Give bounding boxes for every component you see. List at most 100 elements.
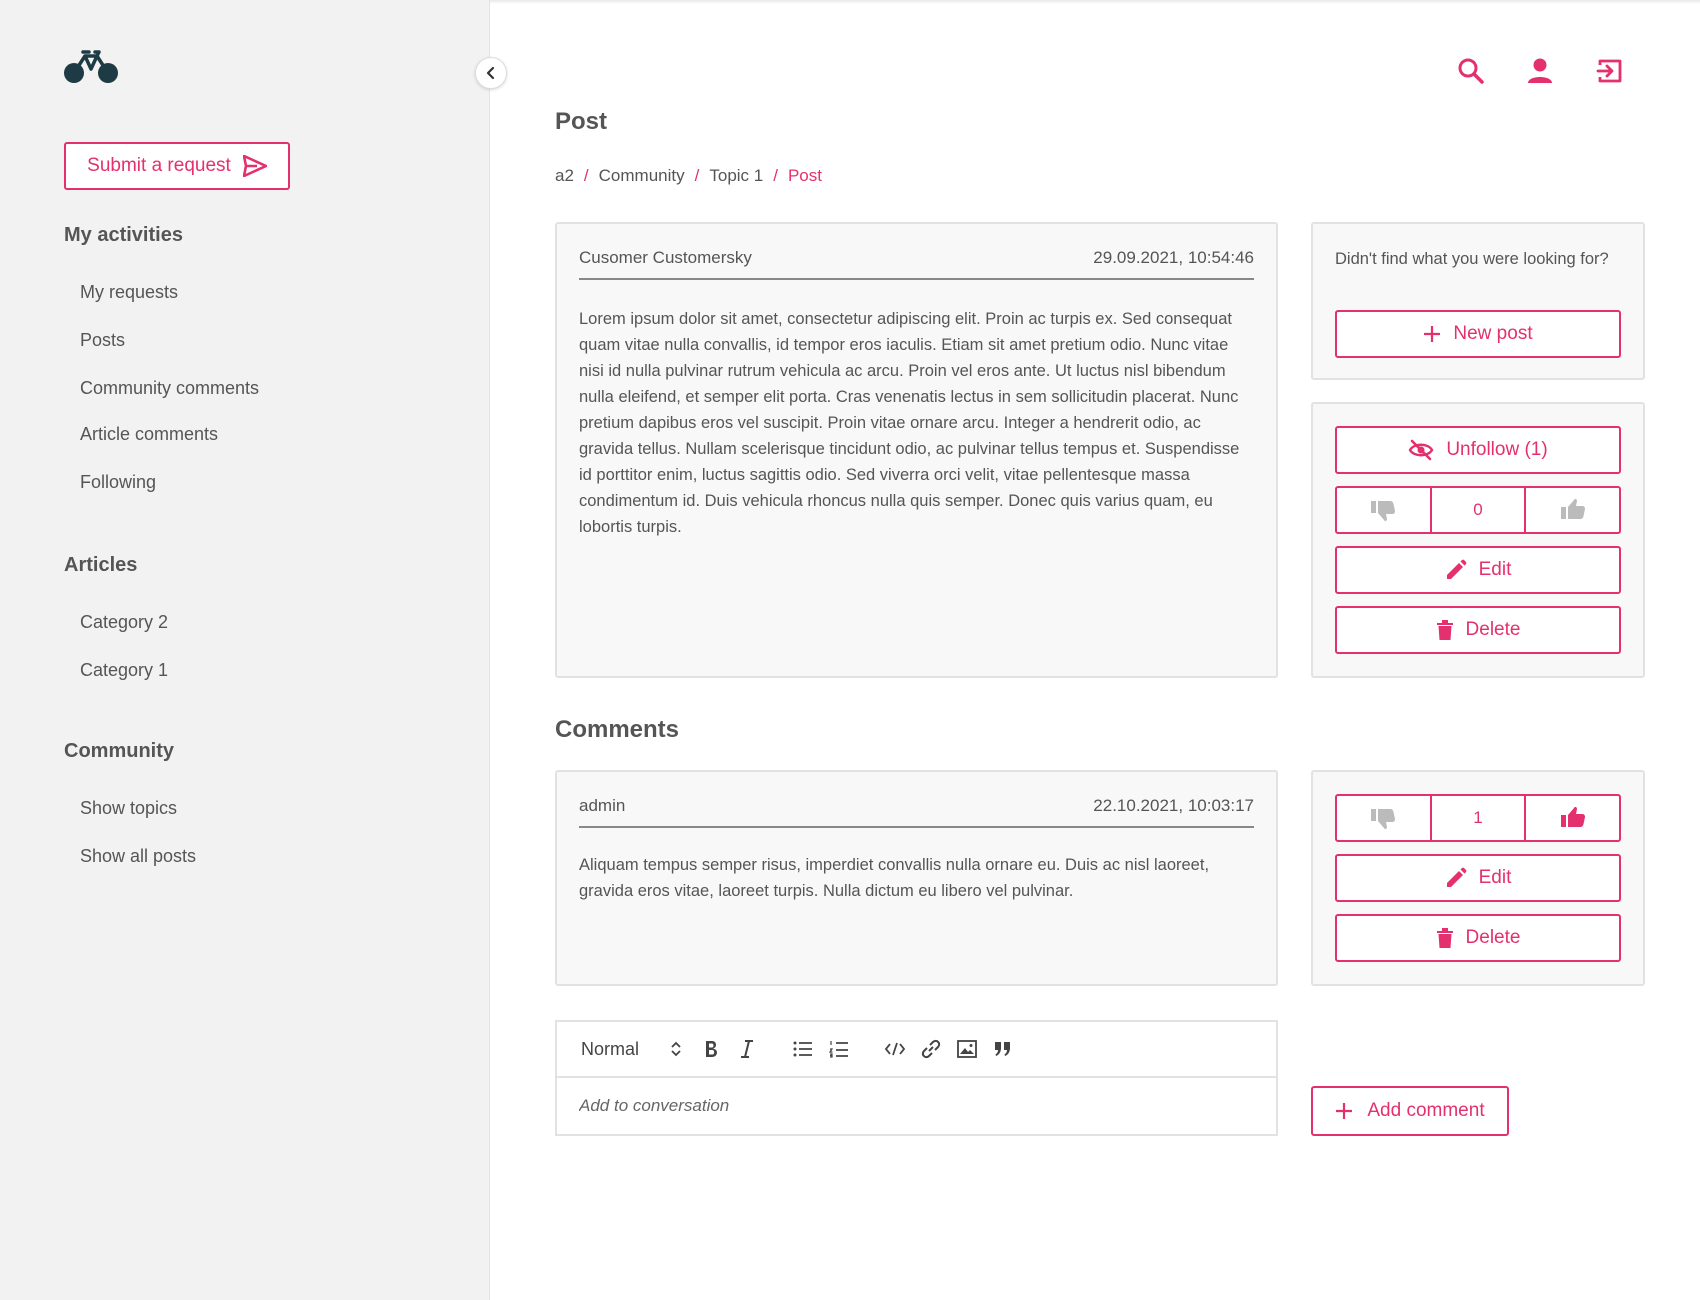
unfollow-button[interactable]: Unfollow (1) xyxy=(1335,426,1621,474)
logout-icon[interactable] xyxy=(1595,56,1625,86)
post-edit-button[interactable]: Edit xyxy=(1335,546,1621,594)
post-actions-card: Unfollow (1) 0 Edit Delete xyxy=(1311,402,1645,678)
bold-button[interactable] xyxy=(693,1034,729,1064)
plus-icon xyxy=(1336,1103,1353,1119)
sidebar: Submit a request My activities My reques… xyxy=(0,0,490,1300)
breadcrumb-item-a2[interactable]: a2 xyxy=(555,166,574,186)
page-title: Post xyxy=(555,108,608,135)
nav-section-my-activities: My activities xyxy=(64,224,183,246)
comment-body: Aliquam tempus semper risus, imperdiet c… xyxy=(579,856,1210,900)
post-date: 29.09.2021, 10:54:46 xyxy=(1093,248,1254,267)
nav-item-community-comments[interactable]: Community comments xyxy=(80,378,259,399)
comment-editor: Normal xyxy=(555,1020,1278,1136)
chevron-left-icon xyxy=(486,66,495,80)
eye-off-icon xyxy=(1408,439,1434,461)
unfollow-label: Unfollow (1) xyxy=(1446,439,1548,460)
comment-card: admin 22.10.2021, 10:03:17 Aliquam tempu… xyxy=(555,770,1278,986)
nav-item-my-requests[interactable]: My requests xyxy=(80,282,178,303)
nav-item-show-all-posts[interactable]: Show all posts xyxy=(80,846,196,867)
code-button[interactable] xyxy=(877,1034,913,1064)
post-body: Lorem ipsum dolor sit amet, consectetur … xyxy=(579,310,1240,536)
new-post-label: New post xyxy=(1453,323,1533,344)
comment-actions-card: 1 Edit Delete xyxy=(1311,770,1645,986)
nav-item-following[interactable]: Following xyxy=(80,472,156,493)
breadcrumb-item-current: Post xyxy=(787,166,822,185)
send-icon xyxy=(242,155,267,177)
nav-item-category-1[interactable]: Category 1 xyxy=(80,660,168,681)
comment-vote-control: 1 xyxy=(1335,794,1621,842)
comment-date: 22.10.2021, 10:03:17 xyxy=(1093,796,1254,815)
thumbs-up-icon xyxy=(1560,498,1585,519)
trash-icon xyxy=(1436,928,1453,948)
link-button[interactable] xyxy=(913,1034,949,1064)
breadcrumb-separator: / xyxy=(694,166,700,185)
comment-downvote-button[interactable] xyxy=(1337,796,1430,840)
bullet-list-icon xyxy=(793,1041,812,1057)
comment-upvote-button[interactable] xyxy=(1526,796,1619,840)
comment-author: admin xyxy=(579,796,626,815)
comments-title: Comments xyxy=(555,716,680,743)
comment-edit-button[interactable]: Edit xyxy=(1335,854,1621,902)
breadcrumb-separator: / xyxy=(773,166,778,185)
breadcrumb-separator: / xyxy=(583,166,589,185)
ordered-list-icon xyxy=(829,1041,848,1058)
add-comment-label: Add comment xyxy=(1367,1100,1485,1121)
post-author: Cusomer Customersky xyxy=(579,248,752,267)
image-icon xyxy=(957,1040,977,1058)
nav-item-category-2[interactable]: Category 2 xyxy=(80,612,168,633)
thumbs-up-icon xyxy=(1560,806,1585,827)
trash-icon xyxy=(1436,620,1453,640)
nav-section-community: Community xyxy=(64,740,174,762)
search-icon[interactable] xyxy=(1456,56,1486,86)
image-button[interactable] xyxy=(949,1034,985,1064)
help-card: Didn't find what you were looking for? N… xyxy=(1311,222,1645,380)
post-delete-label: Delete xyxy=(1465,619,1521,640)
plus-icon xyxy=(1424,326,1441,342)
new-post-button[interactable]: New post xyxy=(1335,310,1621,358)
bicycle-logo-icon[interactable] xyxy=(63,47,119,85)
add-comment-button[interactable]: Add comment xyxy=(1311,1086,1509,1136)
top-shadow xyxy=(490,0,1700,4)
format-select-value: Normal xyxy=(581,1038,640,1059)
help-text: Didn't find what you were looking for? xyxy=(1335,250,1609,268)
thumbs-down-icon xyxy=(1371,809,1396,830)
breadcrumb: a2 / Community / Topic 1 / Post xyxy=(555,166,822,186)
post-vote-control: 0 xyxy=(1335,486,1621,534)
bullet-list-button[interactable] xyxy=(785,1034,821,1064)
submit-request-button[interactable]: Submit a request xyxy=(64,142,290,190)
pencil-icon xyxy=(1446,867,1466,887)
submit-request-label: Submit a request xyxy=(87,155,231,176)
comment-edit-label: Edit xyxy=(1478,867,1512,888)
quote-button[interactable] xyxy=(985,1034,1021,1064)
pencil-icon xyxy=(1446,559,1466,579)
collapse-sidebar-button[interactable] xyxy=(475,57,507,89)
ordered-list-button[interactable] xyxy=(821,1034,857,1064)
comment-delete-button[interactable]: Delete xyxy=(1335,914,1621,962)
italic-button[interactable] xyxy=(729,1034,765,1064)
post-delete-button[interactable]: Delete xyxy=(1335,606,1621,654)
post-edit-label: Edit xyxy=(1478,559,1512,580)
italic-icon xyxy=(741,1040,753,1058)
comment-header: admin 22.10.2021, 10:03:17 xyxy=(579,796,1254,828)
post-vote-count: 0 xyxy=(1429,488,1527,532)
breadcrumb-item-topic[interactable]: Topic 1 xyxy=(709,166,763,186)
nav-item-article-comments[interactable]: Article comments xyxy=(80,424,218,445)
select-arrows-icon xyxy=(671,1041,681,1057)
nav-item-posts[interactable]: Posts xyxy=(80,330,125,351)
breadcrumb-item-community[interactable]: Community xyxy=(599,166,685,186)
comment-vote-count: 1 xyxy=(1429,796,1527,840)
user-icon[interactable] xyxy=(1525,56,1555,86)
nav-section-articles: Articles xyxy=(64,554,138,576)
post-downvote-button[interactable] xyxy=(1337,488,1430,532)
nav-item-show-topics[interactable]: Show topics xyxy=(80,798,177,819)
thumbs-down-icon xyxy=(1371,501,1396,522)
post-upvote-button[interactable] xyxy=(1526,488,1619,532)
comment-input[interactable] xyxy=(579,1096,1239,1116)
bold-icon xyxy=(706,1041,717,1057)
comment-delete-label: Delete xyxy=(1465,927,1521,948)
code-icon xyxy=(885,1042,905,1056)
post-header: Cusomer Customersky 29.09.2021, 10:54:46 xyxy=(579,248,1254,280)
link-icon xyxy=(921,1039,941,1059)
editor-toolbar: Normal xyxy=(557,1022,1276,1078)
format-select[interactable]: Normal xyxy=(581,1039,681,1060)
